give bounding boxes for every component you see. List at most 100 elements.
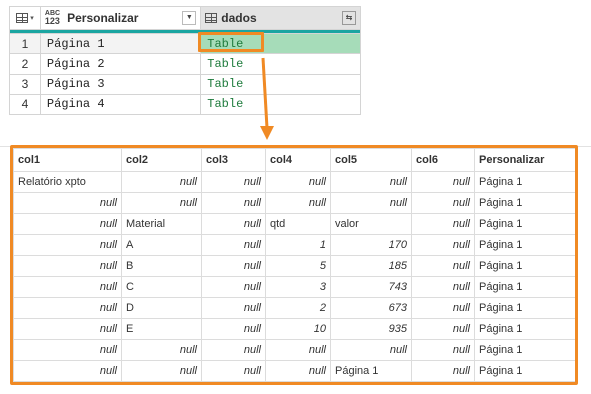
table-cell[interactable]: null: [411, 276, 475, 298]
table-cell[interactable]: Página 1: [474, 339, 575, 361]
table-cell[interactable]: null: [13, 339, 122, 361]
table-cell[interactable]: 1: [265, 234, 331, 256]
table-cell[interactable]: null: [13, 234, 122, 256]
column-header-personalizar[interactable]: Personalizar: [474, 148, 575, 172]
cell-dados-table[interactable]: Table: [200, 53, 361, 75]
table-cell[interactable]: Página 1: [474, 192, 575, 214]
table-cell[interactable]: null: [411, 192, 475, 214]
table-cell[interactable]: null: [201, 192, 266, 214]
table-cell[interactable]: null: [121, 339, 202, 361]
table-cell[interactable]: null: [13, 360, 122, 382]
table-row[interactable]: null Dnull 2 673 null Página 1: [13, 297, 575, 319]
cell-dados-table[interactable]: Table: [200, 73, 361, 95]
column-header-col3[interactable]: col3: [201, 148, 266, 172]
table-row[interactable]: 1 Página 1 Table: [9, 33, 361, 55]
table-cell[interactable]: Relatório xpto: [13, 171, 122, 193]
cell-personalizar[interactable]: Página 2: [39, 53, 202, 75]
table-cell[interactable]: null: [411, 339, 475, 361]
column-header-dados[interactable]: dados ⇆: [200, 5, 361, 31]
table-cell[interactable]: null: [411, 297, 475, 319]
cell-personalizar[interactable]: Página 1: [39, 33, 202, 55]
table-cell[interactable]: Página 1: [474, 318, 575, 340]
table-cell[interactable]: null: [13, 276, 122, 298]
table-menu-header[interactable]: ▾: [9, 5, 41, 31]
table-cell[interactable]: null: [411, 171, 475, 193]
table-cell[interactable]: null: [13, 318, 122, 340]
table-cell[interactable]: null: [121, 360, 202, 382]
cell-dados-table[interactable]: Table: [200, 93, 361, 116]
table-cell[interactable]: null: [411, 234, 475, 256]
table-cell[interactable]: 170: [330, 234, 412, 256]
table-cell[interactable]: valor: [330, 213, 412, 235]
table-cell[interactable]: null: [13, 192, 122, 214]
filter-dropdown-icon[interactable]: ▼: [182, 11, 197, 26]
table-cell[interactable]: null: [411, 255, 475, 277]
table-row[interactable]: 3 Página 3 Table: [9, 73, 361, 95]
table-cell[interactable]: null: [265, 192, 331, 214]
cell-personalizar[interactable]: Página 3: [39, 73, 202, 95]
table-cell[interactable]: A: [121, 234, 202, 256]
table-cell[interactable]: null: [13, 255, 122, 277]
column-header-personalizar[interactable]: ABC 123 Personalizar ▼: [39, 5, 202, 31]
table-cell[interactable]: qtd: [265, 213, 331, 235]
table-cell[interactable]: Página 1: [474, 360, 575, 382]
table-row[interactable]: null null null null null null Página 1: [13, 339, 575, 361]
table-cell[interactable]: Página 1: [330, 360, 412, 382]
table-row[interactable]: null Cnull 3 743 null Página 1: [13, 276, 575, 298]
table-cell[interactable]: 673: [330, 297, 412, 319]
table-cell[interactable]: null: [13, 297, 122, 319]
table-cell[interactable]: B: [121, 255, 202, 277]
table-cell[interactable]: null: [121, 192, 202, 214]
table-cell[interactable]: Página 1: [474, 276, 575, 298]
table-cell[interactable]: null: [13, 213, 122, 235]
table-row[interactable]: null Enull 10 935 null Página 1: [13, 318, 575, 340]
table-cell[interactable]: null: [201, 234, 266, 256]
table-cell[interactable]: null: [201, 171, 266, 193]
column-header-col6[interactable]: col6: [411, 148, 475, 172]
column-header-col1[interactable]: col1: [13, 148, 122, 172]
table-row[interactable]: null null null null Página 1 null Página 1: [13, 360, 575, 382]
table-cell[interactable]: null: [330, 339, 412, 361]
table-cell[interactable]: null: [411, 318, 475, 340]
table-cell[interactable]: 743: [330, 276, 412, 298]
table-cell[interactable]: null: [411, 213, 475, 235]
table-cell[interactable]: Página 1: [474, 297, 575, 319]
table-row[interactable]: 2 Página 2 Table: [9, 53, 361, 75]
column-header-col4[interactable]: col4: [265, 148, 331, 172]
table-cell[interactable]: null: [265, 360, 331, 382]
table-row[interactable]: null Material null qtd valor null Página 1: [13, 213, 575, 235]
column-header-col2[interactable]: col2: [121, 148, 202, 172]
table-cell[interactable]: 3: [265, 276, 331, 298]
table-row[interactable]: null Anull 1 170 null Página 1: [13, 234, 575, 256]
table-cell[interactable]: null: [265, 339, 331, 361]
table-cell[interactable]: 935: [330, 318, 412, 340]
table-cell[interactable]: 10: [265, 318, 331, 340]
table-row[interactable]: null null null null null null Página 1: [13, 192, 575, 214]
table-cell[interactable]: 2: [265, 297, 331, 319]
table-cell[interactable]: null: [265, 171, 331, 193]
table-cell[interactable]: null: [411, 360, 475, 382]
table-cell[interactable]: Página 1: [474, 213, 575, 235]
table-cell[interactable]: null: [201, 255, 266, 277]
cell-personalizar[interactable]: Página 4: [39, 93, 202, 116]
table-cell[interactable]: null: [121, 171, 202, 193]
table-cell[interactable]: null: [201, 360, 266, 382]
table-cell[interactable]: null: [201, 297, 266, 319]
table-cell[interactable]: E: [121, 318, 202, 340]
table-cell[interactable]: 185: [330, 255, 412, 277]
table-cell[interactable]: null: [330, 192, 412, 214]
expand-column-icon[interactable]: ⇆: [342, 11, 356, 26]
column-header-col5[interactable]: col5: [330, 148, 412, 172]
table-cell[interactable]: Material: [121, 213, 202, 235]
table-cell[interactable]: null: [330, 171, 412, 193]
table-row[interactable]: Relatório xpto null null null null null Página…: [13, 171, 575, 193]
table-cell[interactable]: Página 1: [474, 171, 575, 193]
table-row[interactable]: 4 Página 4 Table: [9, 93, 361, 116]
table-cell[interactable]: Página 1: [474, 255, 575, 277]
table-row[interactable]: null Bnull 5 185 null Página 1: [13, 255, 575, 277]
table-cell[interactable]: null: [201, 318, 266, 340]
table-cell[interactable]: null: [201, 339, 266, 361]
table-cell[interactable]: null: [201, 213, 266, 235]
table-cell[interactable]: D: [121, 297, 202, 319]
table-cell[interactable]: null: [201, 276, 266, 298]
